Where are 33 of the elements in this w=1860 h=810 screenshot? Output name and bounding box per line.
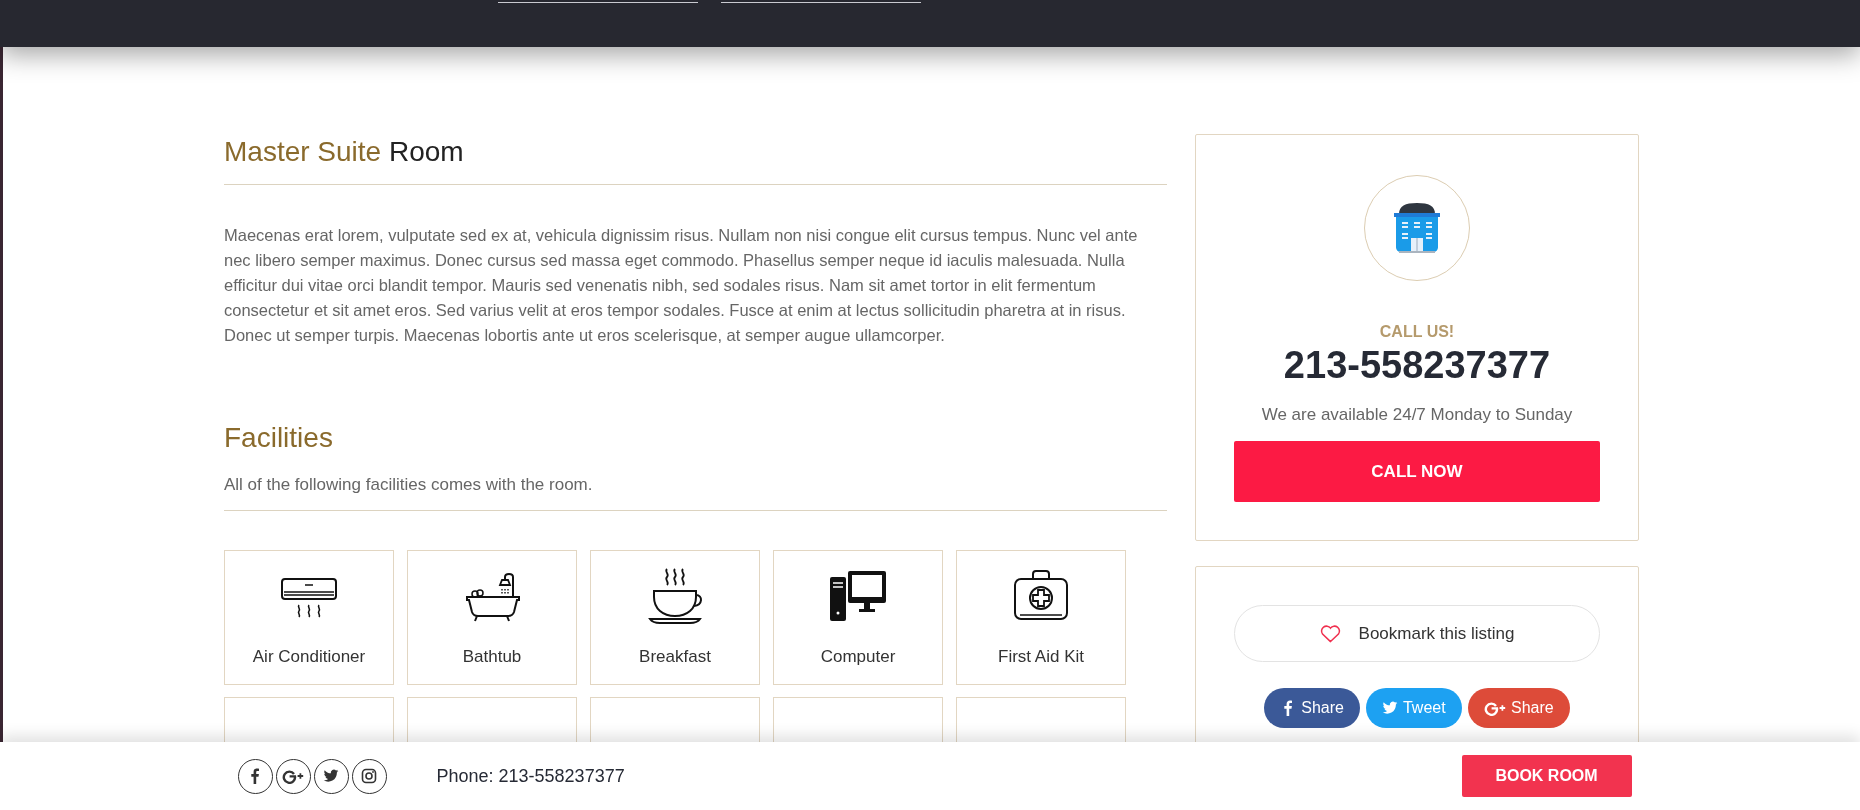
bird-icon: [1381, 700, 1398, 716]
google-plus-icon: [1483, 700, 1507, 716]
bird-icon: [323, 768, 339, 784]
share-button[interactable]: Share: [1264, 688, 1360, 728]
facility-label: Breakfast: [639, 647, 711, 667]
call-us-label: CALL US!: [1379, 323, 1455, 341]
facilities-subtitle: All of the following facilities comes with the room.: [224, 475, 593, 494]
first-aid-kit-icon: [1012, 569, 1070, 623]
facility-label: First Aid Kit: [998, 647, 1084, 667]
share-button[interactable]: Share: [1467, 688, 1570, 728]
facilities-heading: Facilities: [224, 421, 333, 455]
book-room-button[interactable]: BOOK ROOM: [1461, 755, 1632, 797]
google-plus-icon: [281, 768, 305, 784]
share-button[interactable]: Tweet: [1365, 688, 1462, 728]
facility-label: Air Conditioner: [252, 647, 366, 667]
footer-phone: Phone: 213-558237377: [436, 765, 625, 787]
social-link[interactable]: [351, 758, 387, 794]
social-link[interactable]: [237, 758, 273, 794]
facility-label: Computer: [820, 647, 896, 667]
room-description: Maecenas erat lorem, vulputate sed ex at, vehicula dignissim risus. Nullam non nisi congue elit cursus tempus. Nunc vel ante nec libero semper maximus. Donec cursus sed massa eget commodo. Phasellus semper neque id iaculis malesuada. Nulla efficitur dui vitae orci blandit tempor. Mauris sed venenatis nibh, sed sodales risus. Nam sit amet tortor in elit fermentum consectetur et sit amet eros. Sed varius velit at eros tempor sodales. Fusce at enim at lectus sollicitudin pharetra at in risus. Donec ut semper turpis. Maecenas lobortis ante ut eros scelerisque, at semper augue ullamcorper.: [224, 225, 1139, 346]
instagram-icon: [361, 768, 377, 784]
bookmark-button[interactable]: Bookmark this listing: [1234, 605, 1600, 662]
coffee-cup-icon: [646, 567, 704, 625]
facility-label: Bathtub: [462, 647, 522, 667]
phone-number: 213-558237377: [1283, 343, 1551, 387]
social-link[interactable]: [313, 758, 349, 794]
hotel-building-icon: [1393, 202, 1441, 254]
computer-icon: [828, 569, 888, 623]
room-title: Master Suite Room: [224, 135, 464, 169]
social-link[interactable]: [275, 758, 311, 794]
heart-icon: [1319, 624, 1341, 643]
call-now-button[interactable]: CALL NOW: [1234, 441, 1600, 502]
availability-text: We are available 24/7 Monday to Sunday: [1261, 405, 1573, 425]
